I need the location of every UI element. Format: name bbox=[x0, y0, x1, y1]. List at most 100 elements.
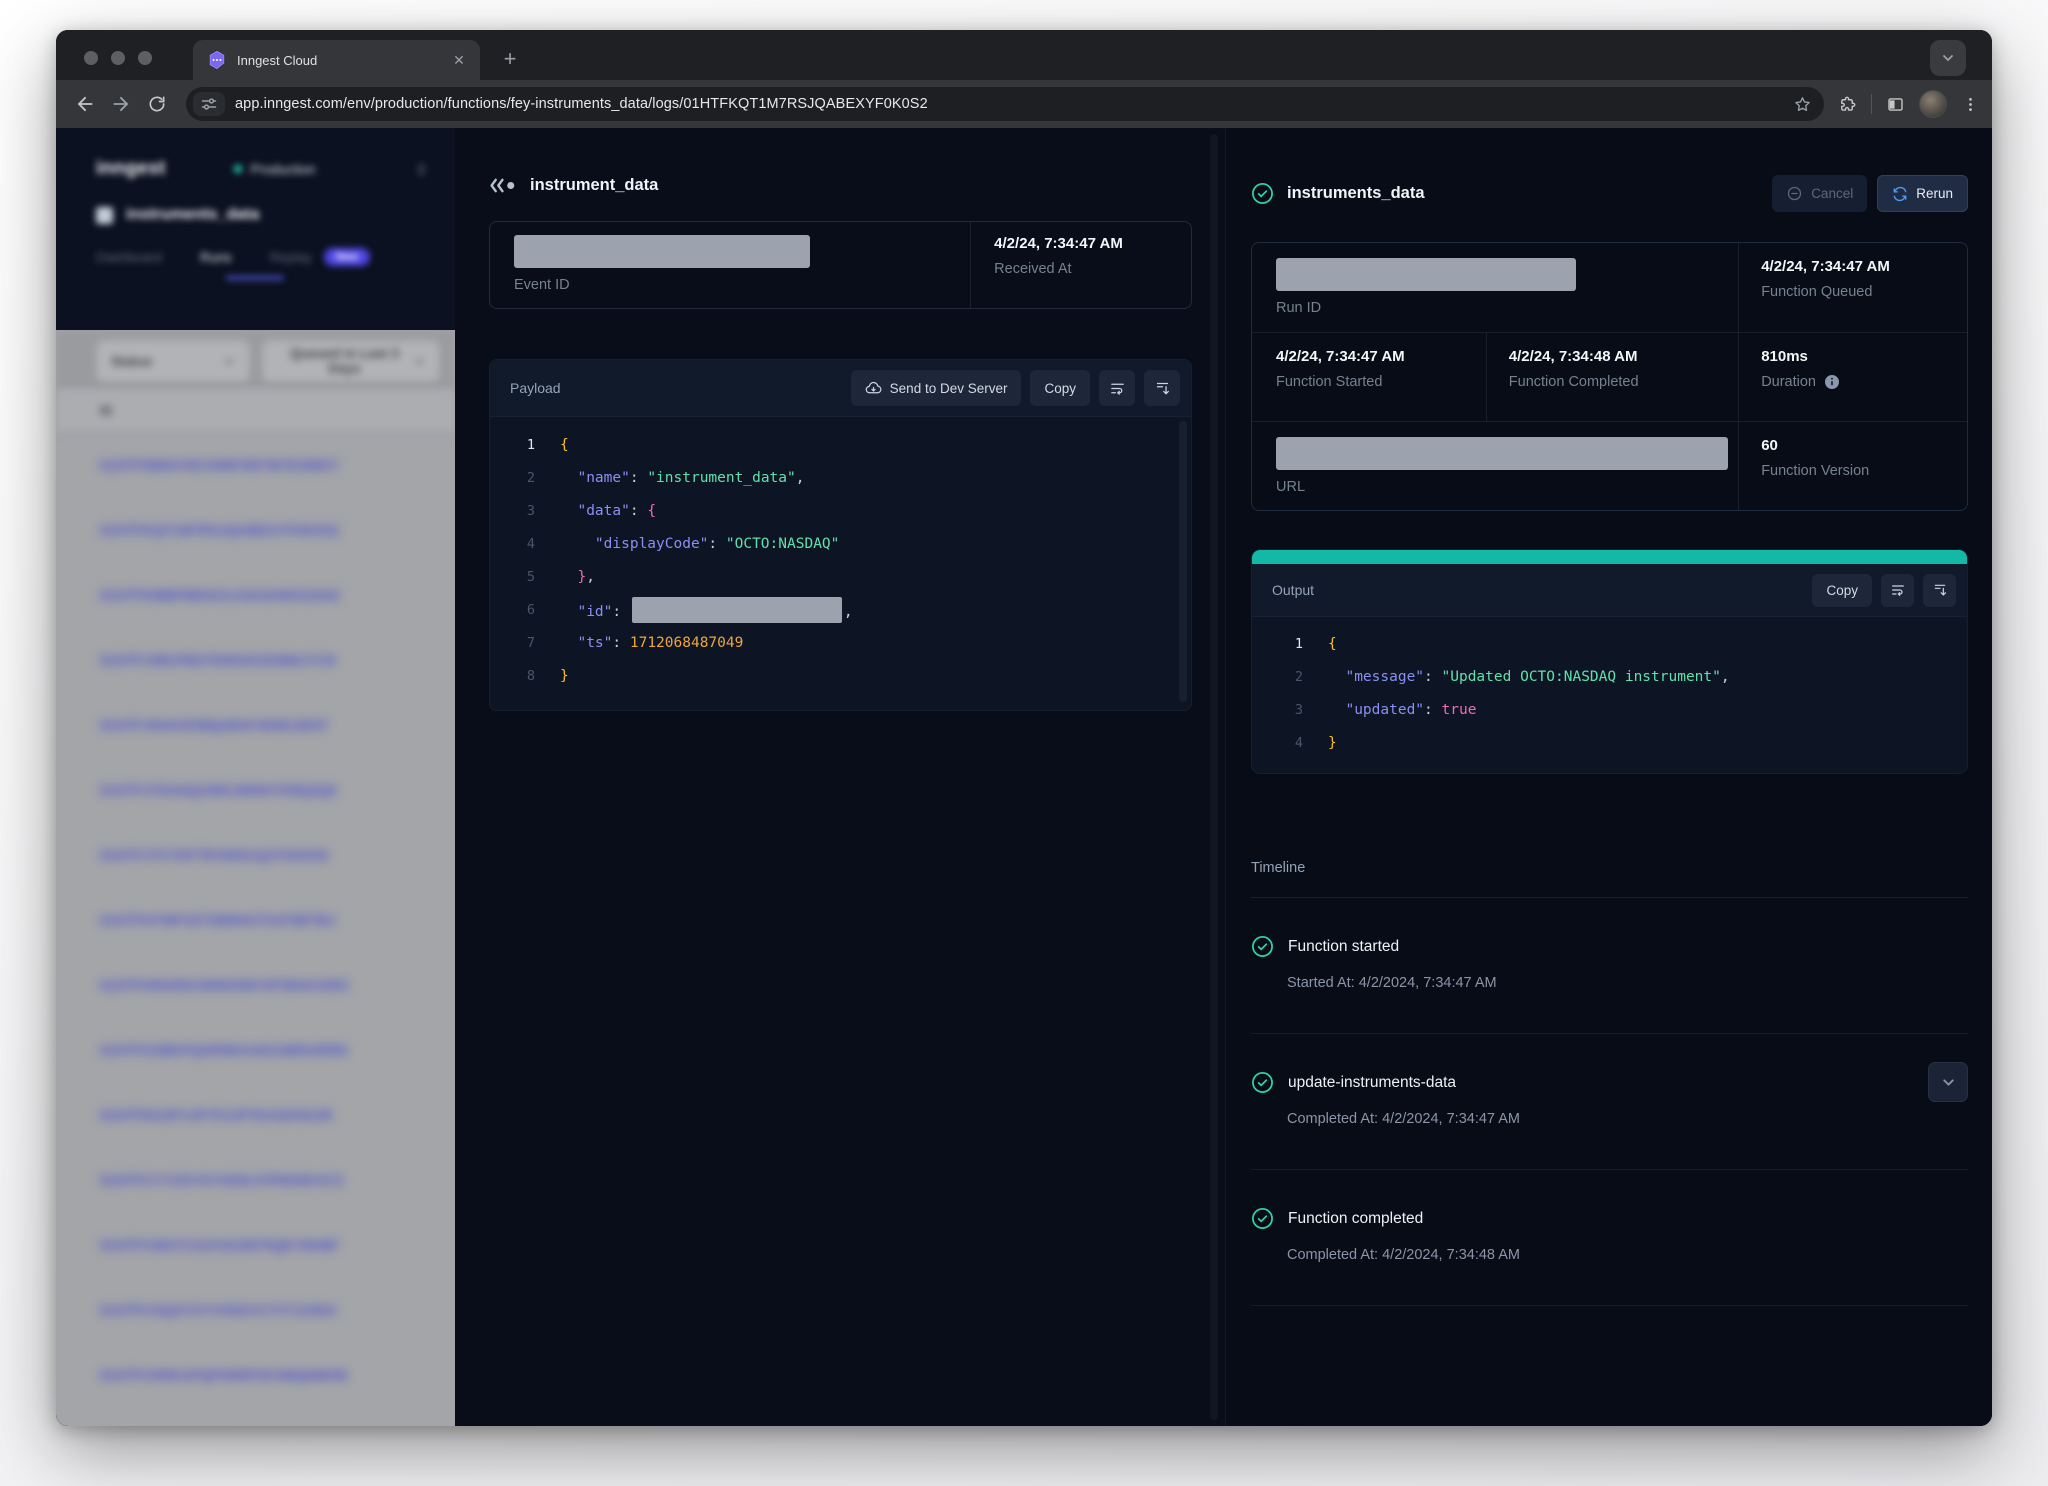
run-id-link[interactable]: 01HTFCSQG7ZYVXNZVC7VT1Z4K6 bbox=[56, 1278, 455, 1343]
function-square-icon bbox=[96, 207, 113, 224]
tab-close-icon[interactable]: ✕ bbox=[450, 51, 468, 69]
redacted-value bbox=[632, 597, 842, 623]
duration-label: Duration bbox=[1761, 374, 1816, 390]
run-id-link[interactable]: 01HTFJ3B1PB27EWGK5Z0M6JYC8 bbox=[56, 628, 455, 693]
browser-tab[interactable]: Inngest Cloud ✕ bbox=[193, 40, 480, 80]
forward-button[interactable] bbox=[106, 89, 136, 119]
run-id-link[interactable]: 01HTFJ7DA6Q238SJWNHYE8Q2Q0 bbox=[56, 758, 455, 823]
redacted-event-id bbox=[514, 235, 810, 268]
back-button[interactable] bbox=[70, 89, 100, 119]
active-tab-underline bbox=[226, 276, 284, 280]
sidebar-tab-replay[interactable]: Replay bbox=[270, 250, 312, 265]
code-line: 3 "updated": true bbox=[1273, 693, 1951, 726]
output-copy-button[interactable]: Copy bbox=[1812, 574, 1872, 607]
browser-window: Inngest Cloud ✕ + app.inngest.com/env/pr… bbox=[56, 30, 1992, 1426]
function-queued-value: 4/2/24, 7:34:47 AM bbox=[1761, 258, 1947, 275]
run-status-check-icon bbox=[1251, 182, 1274, 205]
url-text: app.inngest.com/env/production/functions… bbox=[235, 96, 1793, 112]
side-panel-icon[interactable] bbox=[1886, 95, 1905, 114]
output-scroll-to-bottom-button[interactable] bbox=[1923, 574, 1956, 607]
run-id-link[interactable]: 01HTFJ7C7HF7RVN051Q3YD2S30 bbox=[56, 823, 455, 888]
run-id-link[interactable]: 01HTFKMBPMD0ZAJ4AG04KD3A02 bbox=[56, 563, 455, 628]
close-window-button[interactable] bbox=[84, 51, 98, 65]
run-id-link[interactable]: 01HTFCR9KAPQP0R8PZK3MQNMXB bbox=[56, 1343, 455, 1408]
scroll-bottom-icon bbox=[1932, 582, 1948, 598]
wrap-text-button[interactable] bbox=[1099, 370, 1135, 406]
run-id-link[interactable]: 01HTFH9GR0CWNHSWY8T9NAVGRC bbox=[56, 953, 455, 1018]
minimize-window-button[interactable] bbox=[111, 51, 125, 65]
chevron-down-icon bbox=[412, 354, 427, 369]
event-icon bbox=[489, 177, 518, 194]
run-id-link[interactable]: 01HTFEG3FVJP7FZJP7EASKN3JR bbox=[56, 1083, 455, 1148]
wrap-text-icon bbox=[1109, 380, 1126, 397]
zoom-window-button[interactable] bbox=[138, 51, 152, 65]
extensions-icon[interactable] bbox=[1838, 95, 1857, 114]
browser-tab-strip: Inngest Cloud ✕ + bbox=[56, 30, 1992, 80]
bookmark-star-icon[interactable] bbox=[1793, 95, 1812, 114]
payload-scrollbar[interactable] bbox=[1179, 421, 1187, 702]
check-circle-icon bbox=[1251, 1207, 1274, 1230]
timeline-item: Function completedCompleted At: 4/2/2024… bbox=[1251, 1170, 1968, 1306]
tab-search-button[interactable] bbox=[1930, 40, 1966, 76]
sidebar-tabs: Dashboard Runs Replay New bbox=[56, 248, 455, 266]
environment-switcher[interactable]: Production bbox=[234, 162, 414, 177]
function-completed-label: Function Completed bbox=[1509, 374, 1718, 390]
sidebar-filters: Status Queued in Last 3 Days bbox=[56, 330, 455, 390]
payload-code[interactable]: 1{2 "name": "instrument_data",3 "data": … bbox=[490, 417, 1191, 710]
status-filter[interactable]: Status bbox=[96, 340, 250, 382]
env-switcher-icon[interactable] bbox=[414, 162, 429, 177]
scroll-to-bottom-button[interactable] bbox=[1144, 370, 1180, 406]
run-id-list: 01HTFN86XV8CXW87857W7E3WDY01HTFKQT1M7RSJ… bbox=[56, 433, 455, 1426]
sidebar: inngest Production instruments_data bbox=[56, 128, 455, 1426]
code-line: 1{ bbox=[1273, 627, 1951, 660]
run-id-link[interactable]: 01HTFCYYZGYGYGDKJVP82NKXCZ bbox=[56, 1148, 455, 1213]
run-panel: instruments_data Cancel Rerun bbox=[1225, 128, 1992, 1426]
received-at-value: 4/2/24, 7:34:47 AM bbox=[994, 235, 1167, 252]
environment-name: Production bbox=[251, 162, 316, 177]
menu-kebab-icon[interactable] bbox=[1961, 95, 1980, 114]
info-icon[interactable] bbox=[1824, 374, 1840, 390]
timeline-item-title: Function started bbox=[1288, 938, 1399, 956]
rerun-button[interactable]: Rerun bbox=[1877, 175, 1968, 212]
output-card: Output Copy bbox=[1251, 549, 1968, 774]
redacted-run-id bbox=[1276, 258, 1576, 291]
event-panel-scrollbar[interactable] bbox=[1210, 134, 1218, 1420]
run-id-link[interactable]: 01HTFKQT1M7RSJQABEXYF0K0S2 bbox=[56, 498, 455, 563]
send-to-dev-server-button[interactable]: Send to Dev Server bbox=[851, 370, 1022, 406]
run-id-link[interactable]: 01HTFG3BKPQSR9EAA81GBRARRN bbox=[56, 1018, 455, 1083]
output-code[interactable]: 1{2 "message": "Updated OCTO:NASDAQ inst… bbox=[1252, 617, 1967, 773]
scroll-bottom-icon bbox=[1154, 380, 1171, 397]
cancel-button[interactable]: Cancel bbox=[1772, 175, 1867, 212]
run-id-link[interactable]: 01HTFN86XV8CXW87857W7E3WDY bbox=[56, 433, 455, 498]
timeline-label: Timeline bbox=[1251, 860, 1968, 876]
check-circle-icon bbox=[1251, 1071, 1274, 1094]
timeline-item-timestamp: Completed At: 4/2/2024, 7:34:47 AM bbox=[1287, 1111, 1968, 1127]
reload-button[interactable] bbox=[142, 89, 172, 119]
sidebar-tab-dashboard[interactable]: Dashboard bbox=[96, 250, 162, 265]
site-info-icon[interactable] bbox=[193, 92, 225, 116]
function-version-label: Function Version bbox=[1761, 463, 1947, 479]
payload-copy-button[interactable]: Copy bbox=[1030, 370, 1090, 406]
code-line: 6 "id": , bbox=[505, 593, 1175, 626]
new-badge: New bbox=[324, 248, 371, 266]
run-id-link[interactable]: 01HTFHYWF32TSB9HGT01F5BTBJ bbox=[56, 888, 455, 953]
timeline-expand-button[interactable] bbox=[1928, 1062, 1968, 1102]
function-version-value: 60 bbox=[1761, 437, 1947, 454]
run-id-link[interactable]: 01HTFCW27CZ2X3AZM75QEYNH8F bbox=[56, 1213, 455, 1278]
output-success-bar bbox=[1252, 550, 1967, 564]
code-line: 1{ bbox=[505, 428, 1175, 461]
tab-title: Inngest Cloud bbox=[237, 53, 450, 68]
wrap-text-icon bbox=[1890, 582, 1906, 598]
sidebar-tab-runs[interactable]: Runs bbox=[200, 250, 232, 265]
window-controls[interactable] bbox=[84, 51, 152, 65]
run-details-card: Run ID 4/2/24, 7:34:47 AM Function Queue… bbox=[1251, 242, 1968, 511]
code-line: 3 "data": { bbox=[505, 494, 1175, 527]
inngest-favicon bbox=[207, 50, 227, 70]
run-id-link[interactable]: 01HTFJ944VE0BQ48AF4DM13E9T bbox=[56, 693, 455, 758]
profile-avatar[interactable] bbox=[1919, 90, 1947, 118]
url-bar[interactable]: app.inngest.com/env/production/functions… bbox=[186, 87, 1824, 121]
payload-card: Payload Send to Dev Server Copy bbox=[489, 359, 1192, 711]
new-tab-button[interactable]: + bbox=[496, 46, 524, 74]
time-range-filter[interactable]: Queued in Last 3 Days bbox=[262, 340, 440, 382]
output-wrap-text-button[interactable] bbox=[1881, 574, 1914, 607]
